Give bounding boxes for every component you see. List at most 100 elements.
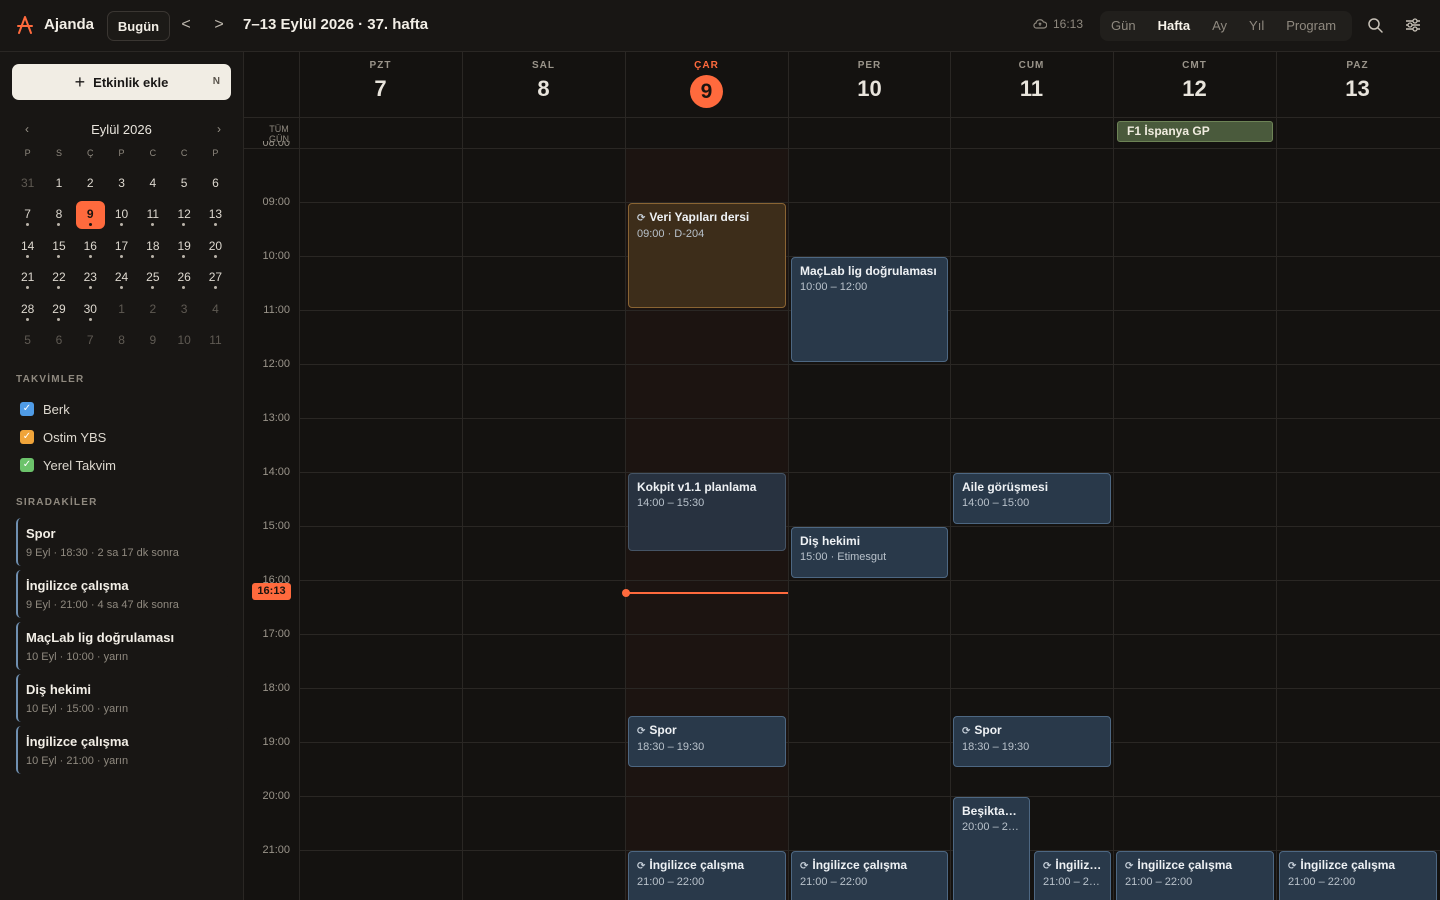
calendar-toggle[interactable]: ✓ Berk	[20, 400, 70, 418]
mini-calendar-day[interactable]: 9	[137, 325, 168, 356]
calendar-event[interactable]: Kokpit v1.1 planlama 14:00 – 15:30	[628, 473, 786, 551]
view-tab-week[interactable]: Hafta	[1147, 11, 1202, 41]
mini-calendar-day[interactable]: 7	[12, 199, 43, 230]
calendar-toggle[interactable]: ✓ Yerel Takvim	[20, 456, 116, 474]
search-icon[interactable]	[1366, 16, 1384, 34]
view-tab-agenda[interactable]: Program	[1275, 11, 1347, 41]
previous-week-button[interactable]: <	[178, 16, 194, 36]
mini-calendar-day[interactable]: 11	[200, 325, 231, 356]
mini-calendar-day[interactable]: 16	[75, 231, 106, 262]
mini-calendar-day[interactable]: 5	[168, 168, 199, 199]
mini-calendar-day[interactable]: 1	[106, 294, 137, 325]
calendar-event[interactable]: ⟳ İngiliz… 21:00 – 2…	[1034, 851, 1111, 900]
calendar-event[interactable]: ⟳ Spor 18:30 – 19:30	[628, 716, 786, 767]
event-title: Aile görüşmesi	[962, 480, 1049, 494]
event-indicator-dot	[26, 223, 29, 227]
mini-calendar-day-number: 1	[55, 176, 63, 190]
mini-calendar-day[interactable]: 30	[75, 294, 106, 325]
mini-calendar-day[interactable]: 26	[168, 262, 199, 293]
mini-calendar-day[interactable]: 8	[43, 199, 74, 230]
day-header-pzt[interactable]: PZT 7	[299, 52, 462, 117]
checkbox-icon[interactable]: ✓	[20, 430, 34, 444]
day-header-per[interactable]: PER 10	[788, 52, 951, 117]
mini-calendar-day[interactable]: 4	[137, 168, 168, 199]
mini-calendar-day[interactable]: 10	[168, 325, 199, 356]
allday-event[interactable]: F1 İspanya GP	[1117, 121, 1273, 142]
upcoming-event-item[interactable]: MaçLab lig doğrulaması 10 Eyl · 10:00 · y…	[16, 622, 228, 670]
mini-calendar-day[interactable]: 3	[168, 294, 199, 325]
upcoming-event-item[interactable]: İngilizce çalışma 10 Eyl · 21:00 · yarın	[16, 726, 228, 774]
sync-time: 16:13	[1053, 17, 1084, 31]
event-title: Diş hekimi	[800, 534, 861, 548]
mini-calendar-day-today[interactable]: 9	[75, 199, 106, 230]
event-indicator-dot	[213, 286, 217, 290]
mini-calendar-day[interactable]: 18	[137, 231, 168, 262]
upcoming-event-title: Spor	[26, 526, 56, 541]
mini-calendar-day[interactable]: 27	[200, 262, 231, 293]
mini-calendar-day[interactable]: 6	[43, 325, 74, 356]
calendar-event[interactable]: Beşiktaş… 20:00 – 2…	[953, 797, 1030, 900]
mini-calendar-day[interactable]: 7	[75, 325, 106, 356]
add-event-button[interactable]: + Etkinlik ekle N	[12, 64, 231, 100]
calendar-event[interactable]: MaçLab lig doğrulaması 10:00 – 12:00	[791, 257, 948, 362]
mini-calendar-day[interactable]: 25	[137, 262, 168, 293]
calendar-event[interactable]: ⟳ İngilizce çalışma 21:00 – 22:00	[628, 851, 786, 900]
calendar-event[interactable]: ⟳ İngilizce çalışma 21:00 – 22:00	[1279, 851, 1437, 900]
calendar-toggle[interactable]: ✓ Ostim YBS	[20, 428, 106, 446]
day-header-sal[interactable]: SAL 8	[462, 52, 625, 117]
mini-calendar-day[interactable]: 3	[106, 168, 137, 199]
day-header-cum[interactable]: CUM 11	[950, 52, 1113, 117]
mini-calendar-day[interactable]: 20	[200, 231, 231, 262]
mini-calendar-day[interactable]: 2	[75, 168, 106, 199]
mini-calendar-day[interactable]: 24	[106, 262, 137, 293]
mini-calendar-day[interactable]: 2	[137, 294, 168, 325]
mini-calendar-day[interactable]: 19	[168, 231, 199, 262]
settings-sliders-icon[interactable]	[1404, 16, 1422, 34]
mini-calendar-day[interactable]: 31	[12, 168, 43, 199]
view-tab-month[interactable]: Ay	[1201, 11, 1238, 41]
mini-calendar-next-button[interactable]: ›	[212, 122, 226, 136]
mini-calendar-day[interactable]: 6	[200, 168, 231, 199]
upcoming-event-relative: yarın	[103, 651, 129, 663]
mini-calendar-day[interactable]: 1	[43, 168, 74, 199]
calendar-event[interactable]: ⟳ İngilizce çalışma 21:00 – 22:00	[791, 851, 948, 900]
calendar-event[interactable]: Aile görüşmesi 14:00 – 15:00	[953, 473, 1111, 524]
day-header-çar[interactable]: ÇAR 9	[625, 52, 788, 117]
upcoming-event-item[interactable]: Diş hekimi 10 Eyl · 15:00 · yarın	[16, 674, 228, 722]
today-button[interactable]: Bugün	[107, 11, 170, 41]
mini-calendar-day[interactable]: 29	[43, 294, 74, 325]
view-tab-year[interactable]: Yıl	[1238, 11, 1275, 41]
mini-calendar-day-number: 8	[118, 332, 125, 347]
mini-calendar-day[interactable]: 17	[106, 231, 137, 262]
mini-calendar-day[interactable]: 28	[12, 294, 43, 325]
event-time: 21:00 – 22:00	[800, 876, 868, 888]
calendar-event[interactable]: ⟳ Veri Yapıları dersi 09:00 · D-204	[628, 203, 786, 308]
mini-calendar-day[interactable]: 14	[12, 231, 43, 262]
calendar-event[interactable]: Diş hekimi 15:00 · Etimesgut	[791, 527, 948, 578]
upcoming-event-item[interactable]: İngilizce çalışma 9 Eyl · 21:00 · 4 sa 47…	[16, 570, 228, 618]
mini-calendar-day[interactable]: 21	[12, 262, 43, 293]
mini-calendar-day[interactable]: 5	[12, 325, 43, 356]
mini-calendar-day[interactable]: 8	[106, 325, 137, 356]
mini-calendar-day[interactable]: 10	[106, 199, 137, 230]
mini-calendar-day-number: 9	[149, 332, 157, 347]
checkbox-icon[interactable]: ✓	[20, 402, 34, 416]
mini-calendar-day[interactable]: 13	[200, 199, 231, 230]
day-header-paz[interactable]: PAZ 13	[1276, 52, 1439, 117]
calendar-event[interactable]: ⟳ Spor 18:30 – 19:30	[953, 716, 1111, 767]
upcoming-event-item[interactable]: Spor 9 Eyl · 18:30 · 2 sa 17 dk sonra	[16, 518, 228, 566]
calendar-name: Yerel Takvim	[43, 457, 116, 473]
day-header-cmt[interactable]: CMT 12	[1113, 52, 1276, 117]
mini-calendar-day[interactable]: 23	[75, 262, 106, 293]
mini-calendar-day[interactable]: 15	[43, 231, 74, 262]
next-week-button[interactable]: >	[211, 16, 227, 36]
calendar-event[interactable]: ⟳ İngilizce çalışma 21:00 – 22:00	[1116, 851, 1274, 900]
day-number: 8	[537, 76, 550, 101]
header-divider	[244, 148, 1440, 149]
checkbox-icon[interactable]: ✓	[20, 458, 34, 472]
view-tab-day[interactable]: Gün	[1100, 11, 1147, 41]
mini-calendar-day[interactable]: 11	[137, 199, 168, 230]
mini-calendar-day[interactable]: 12	[168, 199, 199, 230]
mini-calendar-day[interactable]: 22	[43, 262, 74, 293]
mini-calendar-day[interactable]: 4	[200, 294, 231, 325]
